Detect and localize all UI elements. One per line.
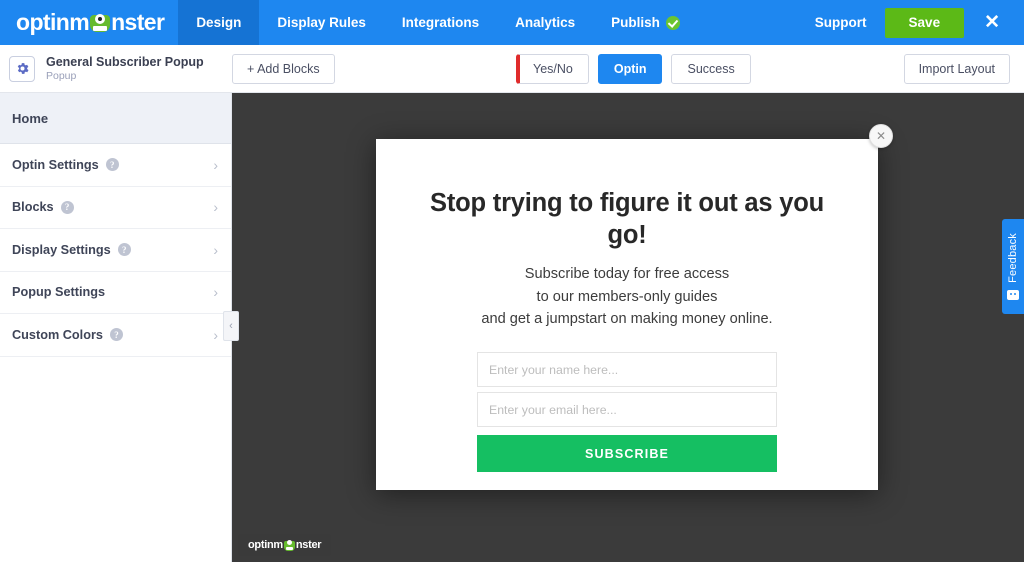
popup-preview: ✕ Stop trying to figure it out as you go… <box>376 124 893 490</box>
nav-tab-integrations-label: Integrations <box>401 15 480 30</box>
chevron-right-icon: › <box>213 199 218 216</box>
nav-tab-analytics-label: Analytics <box>515 15 576 30</box>
sidebar-item-custom-colors-label: Custom Colors <box>12 327 103 342</box>
gear-icon[interactable] <box>9 55 35 82</box>
add-blocks-button[interactable]: + Add Blocks <box>232 53 335 84</box>
brand-text-before: optinm <box>16 9 90 35</box>
feedback-tab-label: Feedback <box>1007 233 1019 283</box>
chevron-right-icon: › <box>213 156 218 173</box>
settings-sidebar: Home Optin Settings ? › Blocks ? › Displ… <box>0 93 239 562</box>
save-button[interactable]: Save <box>884 7 965 38</box>
nav-tab-integrations[interactable]: Integrations <box>384 0 497 45</box>
sidebar-collapse-handle[interactable]: ‹ <box>223 311 239 341</box>
campaign-text-block: General Subscriber Popup Popup <box>46 55 204 82</box>
nav-tab-design-label: Design <box>196 15 242 30</box>
feedback-tab[interactable]: Feedback <box>1002 219 1024 314</box>
name-input[interactable] <box>477 352 777 388</box>
sidebar-item-optin-settings-label: Optin Settings <box>12 157 99 172</box>
popup-subtext-line-3: and get a jumpstart on making money onli… <box>481 310 773 327</box>
view-tab-optin-label: Optin <box>613 62 647 76</box>
view-tab-optin[interactable]: Optin <box>597 54 663 84</box>
close-builder-icon[interactable]: ✕ <box>964 13 1016 32</box>
campaign-type: Popup <box>46 70 77 83</box>
view-tab-success[interactable]: Success <box>671 54 751 84</box>
builder-body: Home Optin Settings ? › Blocks ? › Displ… <box>0 93 1024 562</box>
help-icon[interactable]: ? <box>109 328 123 342</box>
sidebar-item-blocks[interactable]: Blocks ? › <box>0 187 231 229</box>
sidebar-item-display-settings-label: Display Settings <box>12 242 111 257</box>
support-link[interactable]: Support <box>797 15 885 30</box>
watermark-text-before: optinm <box>248 539 283 551</box>
campaign-name: General Subscriber Popup <box>46 54 204 69</box>
main-nav-tabs: Design Display Rules Integrations Analyt… <box>178 0 698 45</box>
sidebar-item-display-settings[interactable]: Display Settings ? › <box>0 229 231 272</box>
email-input[interactable] <box>477 392 777 428</box>
popup-subtext-line-2: to our members-only guides <box>536 288 718 305</box>
chevron-right-icon: › <box>213 241 218 258</box>
watermark-text-after: nster <box>295 539 322 551</box>
sidebar-item-optin-settings[interactable]: Optin Settings ? › <box>0 144 231 187</box>
optinmonster-watermark[interactable]: optinm nster <box>238 534 332 556</box>
view-tab-yes-no[interactable]: Yes/No <box>516 54 589 84</box>
campaign-preview-canvas: ✕ Stop trying to figure it out as you go… <box>232 93 1024 562</box>
sidebar-item-blocks-label: Blocks <box>12 200 54 215</box>
sidebar-item-home[interactable]: Home <box>0 93 231 144</box>
popup-subtext-line-1: Subscribe today for free access <box>524 266 730 283</box>
chevron-right-icon: › <box>213 284 218 301</box>
popup-close-icon[interactable]: ✕ <box>869 124 893 148</box>
subscribe-button[interactable]: SUBSCRIBE <box>477 435 777 473</box>
help-icon[interactable]: ? <box>105 158 119 172</box>
help-icon[interactable]: ? <box>60 200 74 214</box>
nav-tab-publish[interactable]: Publish <box>593 0 698 45</box>
sidebar-item-custom-colors[interactable]: Custom Colors ? › <box>0 314 231 357</box>
nav-tab-publish-label: Publish <box>611 15 660 30</box>
nav-tab-analytics[interactable]: Analytics <box>497 0 593 45</box>
optinmonster-logo[interactable]: optinm nster <box>0 0 178 45</box>
nav-tab-design[interactable]: Design <box>178 0 260 45</box>
published-check-icon <box>665 15 680 30</box>
sidebar-item-popup-settings[interactable]: Popup Settings › <box>0 272 231 314</box>
top-navigation-bar: optinm nster Design Display Rules Integr… <box>0 0 1024 45</box>
popup-subtext[interactable]: Subscribe today for free access to our m… <box>417 263 837 330</box>
campaign-info: General Subscriber Popup Popup <box>0 55 226 82</box>
view-tab-yes-no-label: Yes/No <box>533 62 573 76</box>
view-tab-success-label: Success <box>687 62 735 76</box>
sidebar-item-popup-settings-label: Popup Settings <box>12 285 106 300</box>
nav-tab-display-rules-label: Display Rules <box>277 15 366 30</box>
sidebar-item-home-label: Home <box>12 110 49 126</box>
feedback-face-icon <box>1007 289 1019 300</box>
import-layout-button[interactable]: Import Layout <box>903 53 1010 84</box>
nav-tab-display-rules[interactable]: Display Rules <box>259 0 384 45</box>
popup-headline[interactable]: Stop trying to figure it out as you go! <box>427 187 827 251</box>
monster-logo-icon <box>90 13 111 33</box>
chevron-right-icon: › <box>213 326 218 343</box>
top-bar-actions: Support Save ✕ <box>797 0 1024 45</box>
monster-logo-icon <box>283 539 295 551</box>
help-icon[interactable]: ? <box>117 243 131 257</box>
brand-text-after: nster <box>111 9 165 35</box>
optin-form: SUBSCRIBE <box>477 352 777 473</box>
view-tab-group: Yes/No Optin Success <box>516 54 751 84</box>
builder-toolbar: General Subscriber Popup Popup + Add Blo… <box>0 45 1024 93</box>
